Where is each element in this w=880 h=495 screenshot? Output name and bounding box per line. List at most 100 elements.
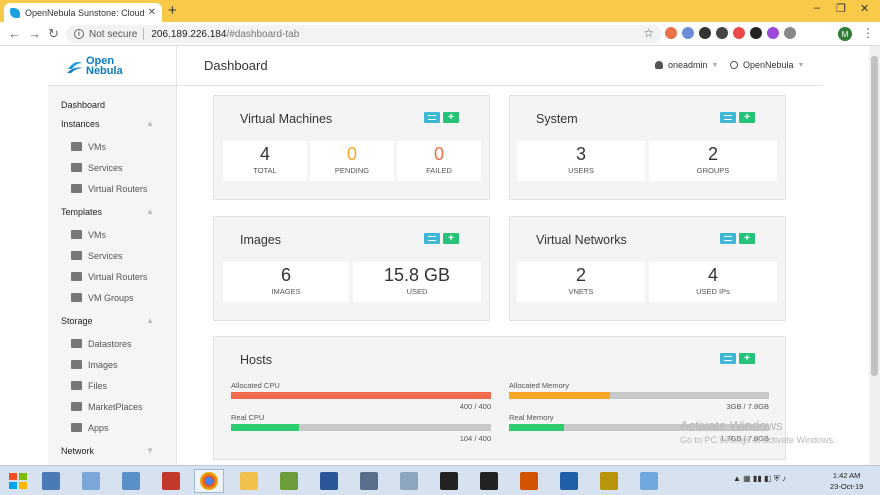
- bookmark-star-icon[interactable]: ☆: [643, 26, 654, 40]
- bar-fill: [509, 392, 611, 399]
- extension-icon[interactable]: [733, 27, 745, 39]
- list-users-button[interactable]: [720, 112, 736, 123]
- opennebula-logo-icon: [67, 61, 83, 73]
- scrollbar-thumb[interactable]: [871, 56, 878, 376]
- sidebar-item-template-virtual-routers[interactable]: Virtual Routers: [61, 266, 176, 287]
- sidebar-group-instances[interactable]: Instances ▲: [61, 119, 176, 129]
- sidebar-item-marketplaces[interactable]: MarketPlaces: [61, 396, 176, 417]
- stat-label: GROUPS: [696, 166, 730, 175]
- taskbar-chrome-icon[interactable]: [194, 469, 224, 493]
- list-icon: [428, 236, 436, 241]
- close-window-icon[interactable]: ✕: [860, 2, 869, 15]
- back-icon[interactable]: ←: [8, 26, 21, 41]
- taskbar-app-icon[interactable]: [76, 469, 106, 493]
- taskbar-word-icon[interactable]: [314, 469, 344, 493]
- taskbar-app-icon[interactable]: [594, 469, 624, 493]
- folder-open-icon: [71, 339, 82, 348]
- taskbar-app-icon[interactable]: [354, 469, 384, 493]
- system-tray[interactable]: ▲ ▦ ▮▮ ◧ ⛨ ♪: [733, 474, 786, 484]
- list-icon: [428, 115, 436, 120]
- stat-used-storage[interactable]: 15.8 GB USED: [353, 262, 481, 302]
- taskbar-terminal-icon[interactable]: [434, 469, 464, 493]
- extension-icon[interactable]: [682, 27, 694, 39]
- sidebar-item-vm-groups[interactable]: VM Groups: [61, 287, 176, 308]
- sidebar-item-images[interactable]: Images: [61, 354, 176, 375]
- list-images-button[interactable]: [424, 233, 440, 244]
- list-hosts-button[interactable]: [720, 353, 736, 364]
- sidebar-item-dashboard[interactable]: Dashboard: [61, 100, 176, 110]
- stat-users[interactable]: 3 USERS: [517, 141, 645, 181]
- stat-total-vms[interactable]: 4 TOTAL: [223, 141, 307, 181]
- copy-icon: [71, 381, 82, 390]
- stat-failed-vms[interactable]: 0 FAILED: [397, 141, 481, 181]
- extension-icon[interactable]: [750, 27, 762, 39]
- taskbar-app-icon[interactable]: [634, 469, 664, 493]
- list-vnets-button[interactable]: [720, 233, 736, 244]
- address-bar[interactable]: i Not secure 206.189.226.184/#dashboard-…: [66, 25, 662, 43]
- stat-used-ips[interactable]: 4 USED IPs: [649, 262, 777, 302]
- stat-pending-vms[interactable]: 0 PENDING: [310, 141, 394, 181]
- info-icon[interactable]: i: [74, 29, 84, 39]
- bar-value: 400 / 400: [459, 402, 491, 411]
- maximize-icon[interactable]: ❐: [836, 2, 846, 15]
- stat-images[interactable]: 6 IMAGES: [223, 262, 349, 302]
- browser-tab-strip: OpenNebula Sunstone: Cloud Op ✕ + – ❐ ✕: [0, 0, 880, 22]
- sidebar-item-virtual-routers[interactable]: Virtual Routers: [61, 178, 176, 199]
- close-tab-icon[interactable]: ✕: [148, 7, 156, 18]
- taskbar-app-icon[interactable]: [274, 469, 304, 493]
- sidebar-item-datastores[interactable]: Datastores: [61, 333, 176, 354]
- sidebar-item-template-services[interactable]: Services: [61, 245, 176, 266]
- taskbar-calculator-icon[interactable]: [394, 469, 424, 493]
- stat-label: VNETS: [568, 287, 594, 296]
- add-image-button[interactable]: +: [443, 233, 459, 244]
- add-user-button[interactable]: +: [739, 112, 755, 123]
- sidebar-group-network[interactable]: Network ▼: [61, 446, 176, 456]
- stat-groups[interactable]: 2 GROUPS: [649, 141, 777, 181]
- profile-avatar[interactable]: M: [838, 27, 852, 41]
- taskbar-app-icon[interactable]: [514, 469, 544, 493]
- sidebar-item-services[interactable]: Services: [61, 157, 176, 178]
- stat-value: 0: [346, 144, 357, 164]
- reload-icon[interactable]: ↻: [48, 26, 59, 42]
- add-host-button[interactable]: +: [739, 353, 755, 364]
- list-vms-button[interactable]: [424, 112, 440, 123]
- browser-menu-icon[interactable]: ⋮: [862, 26, 874, 40]
- sidebar-item-vms[interactable]: VMs: [61, 136, 176, 157]
- list-icon: [724, 356, 732, 361]
- forward-icon[interactable]: →: [28, 26, 41, 41]
- scrollbar[interactable]: [869, 46, 880, 465]
- extension-icon[interactable]: [665, 27, 677, 39]
- zone-menu[interactable]: OpenNebula ▼: [730, 60, 804, 70]
- sidebar-group-storage[interactable]: Storage ▲: [61, 316, 176, 326]
- taskbar-app-icon[interactable]: [116, 469, 146, 493]
- extension-icon[interactable]: [767, 27, 779, 39]
- add-vm-button[interactable]: +: [443, 112, 459, 123]
- sidebar-item-label: Images: [88, 359, 118, 370]
- taskbar-explorer-icon[interactable]: [234, 469, 264, 493]
- sidebar-item-apps[interactable]: Apps: [61, 417, 176, 438]
- sidebar-item-label: VMs: [88, 141, 106, 152]
- browser-tab[interactable]: OpenNebula Sunstone: Cloud Op ✕: [4, 3, 162, 22]
- stat-vnets[interactable]: 2 VNETS: [517, 262, 645, 302]
- extension-icon[interactable]: [699, 27, 711, 39]
- not-secure-label: Not secure: [89, 28, 138, 40]
- sidebar-item-template-vms[interactable]: VMs: [61, 224, 176, 245]
- minimize-icon[interactable]: –: [814, 2, 820, 14]
- allocated-memory-bar: [509, 392, 769, 399]
- taskbar-app-icon[interactable]: [36, 469, 66, 493]
- taskbar-virtualbox-icon[interactable]: [554, 469, 584, 493]
- sidebar-group-templates[interactable]: Templates ▲: [61, 207, 176, 217]
- clock[interactable]: 1:42 AM 23-Oct-19: [830, 470, 863, 492]
- user-menu[interactable]: oneadmin ▼: [655, 60, 718, 70]
- sidebar-item-files[interactable]: Files: [61, 375, 176, 396]
- taskbar-terminal-icon[interactable]: [474, 469, 504, 493]
- new-tab-button[interactable]: +: [168, 2, 177, 19]
- extension-icon[interactable]: [784, 27, 796, 39]
- dashboard-content: Virtual Machines + 4 TOTAL 0 PENDING 0 F…: [177, 86, 823, 465]
- windows-start-icon[interactable]: [8, 471, 28, 491]
- taskbar-app-icon[interactable]: [156, 469, 186, 493]
- logo[interactable]: Open Nebula: [48, 46, 176, 86]
- add-vnet-button[interactable]: +: [739, 233, 755, 244]
- extension-icon[interactable]: [716, 27, 728, 39]
